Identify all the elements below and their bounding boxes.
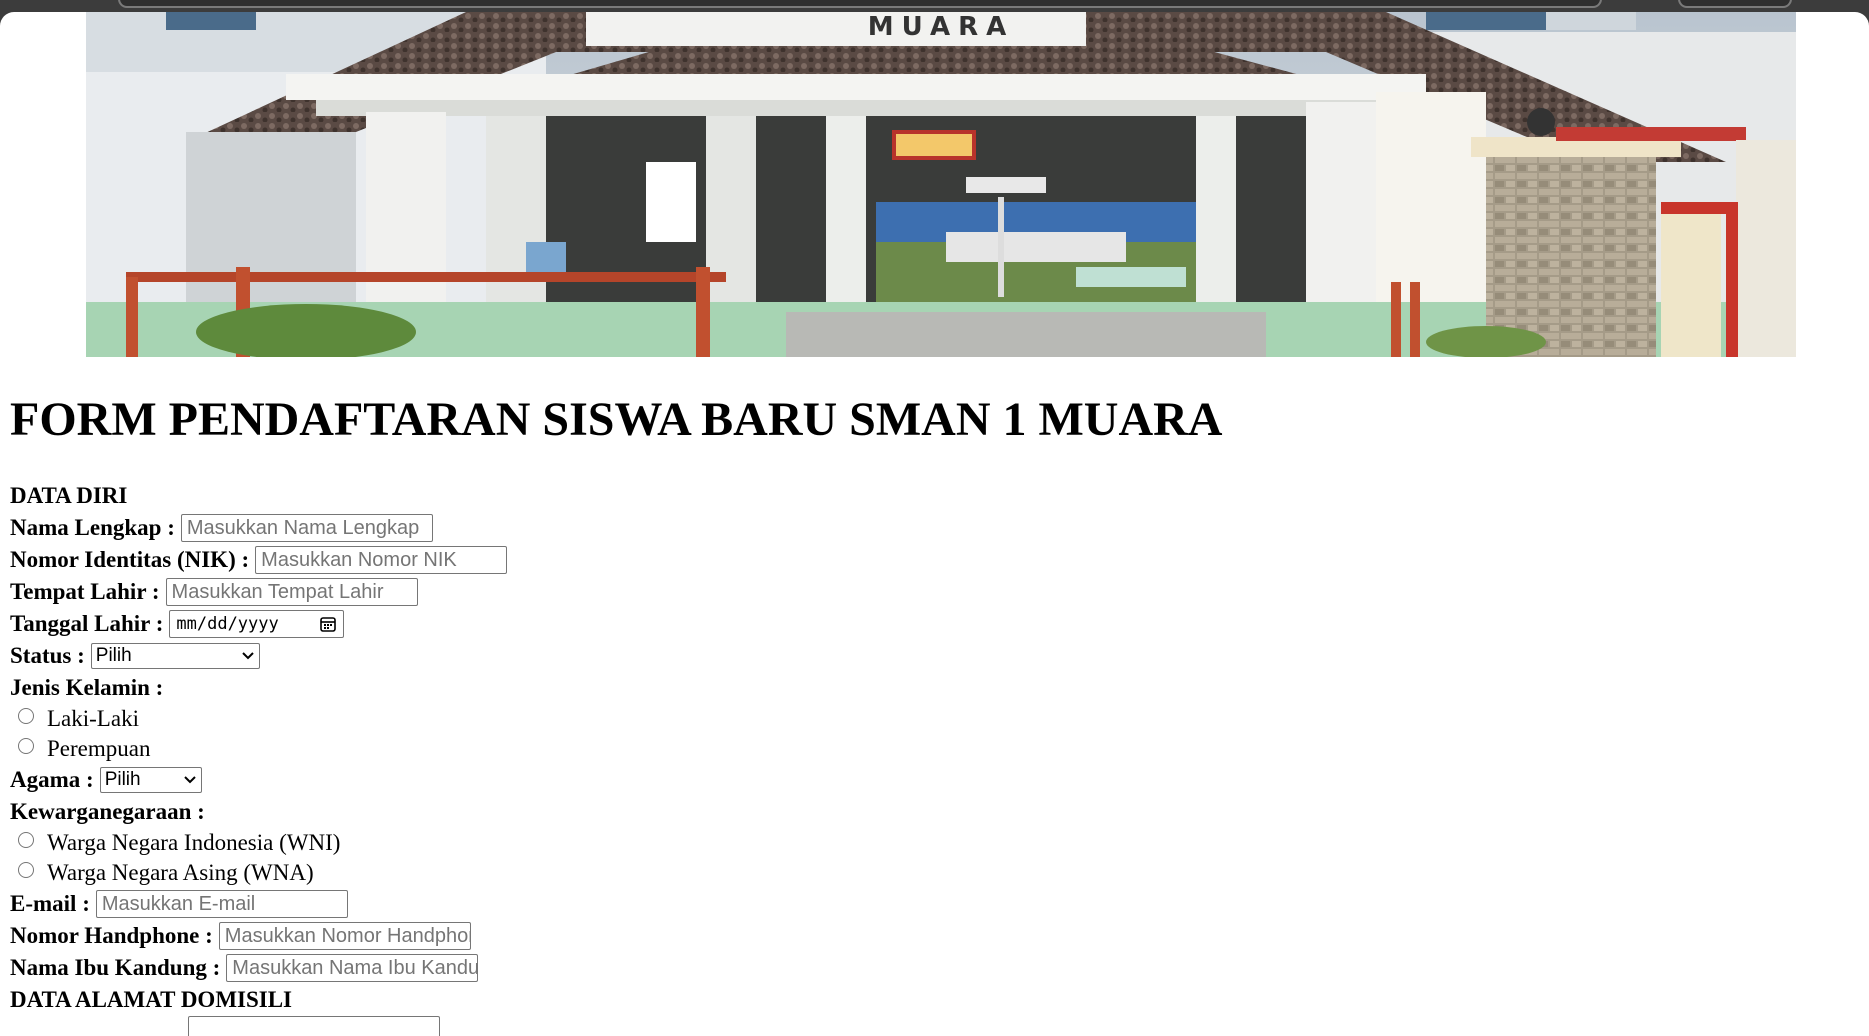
nik-label: Nomor Identitas (NIK) : bbox=[10, 547, 250, 572]
handphone-row: Nomor Handphone : Masukkan Nomor Handpho… bbox=[10, 920, 507, 952]
handphone-label: Nomor Handphone : bbox=[10, 923, 213, 948]
nama-ibu-label: Nama Ibu Kandung : bbox=[10, 955, 221, 980]
page-title: FORM PENDAFTARAN SISWA BARU SMAN 1 MUARA bbox=[10, 393, 1223, 446]
radio-label: Perempuan bbox=[47, 736, 151, 761]
status-selected: Pilih bbox=[95, 645, 132, 666]
section-data-alamat: DATA ALAMAT DOMISILI bbox=[10, 987, 293, 1012]
nama-ibu-input[interactable]: Masukkan Nama Ibu Kandung bbox=[226, 954, 479, 982]
email-label: E-mail : bbox=[10, 891, 90, 916]
tempat-lahir-row: Tempat Lahir : Masukkan Tempat Lahir bbox=[10, 576, 507, 608]
tempat-lahir-input[interactable]: Masukkan Tempat Lahir bbox=[165, 578, 418, 606]
school-banner-image: MUARA bbox=[86, 12, 1796, 357]
agama-selected: Pilih bbox=[104, 769, 141, 790]
page-corner bbox=[1853, 12, 1869, 28]
radio-label: Warga Negara Asing (WNA) bbox=[47, 860, 314, 885]
radio-button[interactable] bbox=[18, 738, 34, 754]
agama-select[interactable]: Pilih bbox=[99, 767, 202, 793]
chevron-down-icon bbox=[183, 776, 196, 784]
radio-button[interactable] bbox=[18, 708, 34, 724]
tanggal-lahir-input[interactable]: mm/dd/yyyy bbox=[169, 610, 345, 638]
registration-form: DATA DIRI Nama Lengkap : Masukkan Nama L… bbox=[10, 480, 508, 1036]
tanggal-lahir-label: Tanggal Lahir : bbox=[10, 611, 164, 636]
tempat-lahir-label: Tempat Lahir : bbox=[10, 579, 160, 604]
kewarganegaraan-label: Kewarganegaraan : bbox=[10, 799, 205, 824]
status-label: Status : bbox=[10, 643, 85, 668]
email-row: E-mail : Masukkan E-mail bbox=[10, 888, 507, 920]
radio-wni[interactable]: Warga Negara Indonesia (WNI) bbox=[10, 828, 507, 858]
nik-row: Nomor Identitas (NIK) : Masukkan Nomor N… bbox=[10, 544, 508, 576]
radio-label: Warga Negara Indonesia (WNI) bbox=[47, 830, 341, 855]
radio-wna[interactable]: Warga Negara Asing (WNA) bbox=[10, 858, 507, 888]
radio-perempuan[interactable]: Perempuan bbox=[10, 734, 507, 764]
alamat-input-partial[interactable] bbox=[188, 1016, 440, 1036]
chevron-down-icon bbox=[242, 652, 254, 660]
browser-top-bar bbox=[0, 0, 1869, 12]
nik-input[interactable]: Masukkan Nomor NIK bbox=[255, 546, 508, 574]
school-building-illustration bbox=[86, 12, 1796, 357]
tanggal-lahir-row: Tanggal Lahir : mm/dd/yyyy bbox=[10, 608, 507, 640]
browser-address-bar[interactable] bbox=[118, 0, 1602, 8]
agama-label: Agama : bbox=[10, 767, 94, 792]
section-data-diri: DATA DIRI bbox=[10, 483, 128, 508]
nama-lengkap-row: Nama Lengkap : Masukkan Nama Lengkap bbox=[10, 512, 507, 544]
nama-lengkap-input[interactable]: Masukkan Nama Lengkap bbox=[180, 514, 433, 542]
radio-laki-laki[interactable]: Laki-Laki bbox=[10, 704, 507, 734]
school-sign-text: MUARA bbox=[867, 12, 1015, 42]
calendar-icon[interactable] bbox=[319, 615, 337, 633]
agama-row: Agama : Pilih bbox=[10, 764, 507, 796]
email-input[interactable]: Masukkan E-mail bbox=[95, 890, 348, 918]
date-value: mm/dd/yyyy bbox=[176, 614, 279, 634]
nama-lengkap-label: Nama Lengkap : bbox=[10, 515, 175, 540]
page-corner bbox=[0, 12, 16, 28]
browser-button[interactable] bbox=[1678, 0, 1792, 8]
radio-button[interactable] bbox=[18, 832, 34, 848]
handphone-input[interactable]: Masukkan Nomor Handphone bbox=[218, 922, 471, 950]
status-row: Status : Pilih bbox=[10, 640, 507, 672]
status-select[interactable]: Pilih bbox=[90, 643, 260, 669]
radio-button[interactable] bbox=[18, 862, 34, 878]
radio-label: Laki-Laki bbox=[47, 706, 139, 731]
nama-ibu-row: Nama Ibu Kandung : Masukkan Nama Ibu Kan… bbox=[10, 952, 507, 984]
jenis-kelamin-label: Jenis Kelamin : bbox=[10, 675, 164, 700]
